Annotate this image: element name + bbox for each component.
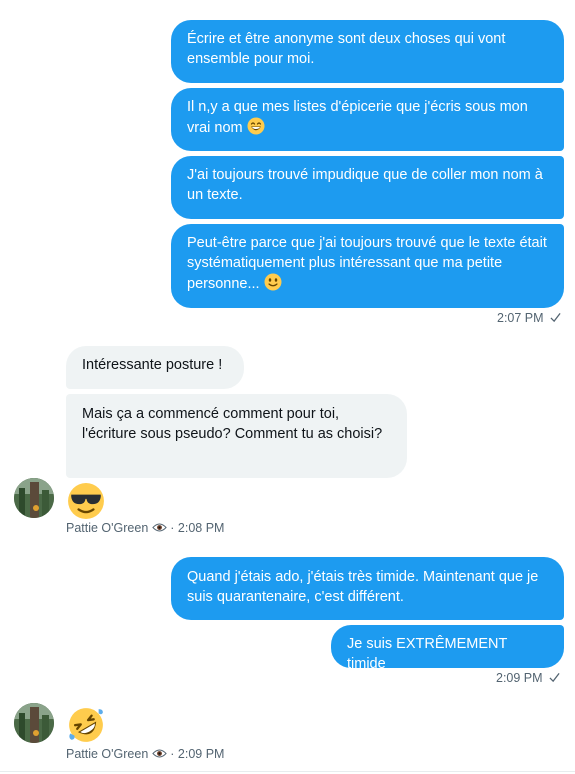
- message-text: Intéressante posture !: [82, 357, 223, 373]
- incoming-message[interactable]: Intéressante posture !: [66, 346, 244, 389]
- divider: [0, 771, 575, 772]
- outgoing-message[interactable]: Écrire et être anonyme sont deux choses …: [171, 20, 564, 83]
- separator: ·: [170, 747, 175, 761]
- message-time: 2:09 PM: [177, 747, 225, 761]
- avatar[interactable]: [14, 478, 54, 518]
- outgoing-message[interactable]: Peut-être parce que j'ai toujours trouvé…: [171, 224, 564, 308]
- message-timestamp: 2:07 PM: [497, 311, 561, 325]
- outgoing-message[interactable]: Il n,y a que mes listes d'épicerie que j…: [171, 88, 564, 151]
- message-timestamp: 2:09 PM: [496, 671, 560, 685]
- grinning-face-emoji: [247, 117, 265, 135]
- message-text: Mais ça a commencé comment pour toi, l'é…: [82, 406, 383, 442]
- sender-name[interactable]: Pattie O'Green: [66, 521, 148, 535]
- sender-info: Pattie O'Green · 2:09 PM: [66, 747, 224, 761]
- sent-check-icon: [549, 672, 560, 683]
- sunglasses-face-emoji: [68, 483, 104, 519]
- incoming-message[interactable]: Mais ça a commencé comment pour toi, l'é…: [66, 394, 407, 478]
- sender-info: Pattie O'Green · 2:08 PM: [66, 521, 224, 535]
- outgoing-message[interactable]: J'ai toujours trouvé impudique que de co…: [171, 156, 564, 219]
- message-text: Je suis EXTRÊMEMENT timide: [347, 636, 508, 672]
- message-text: J'ai toujours trouvé impudique que de co…: [187, 167, 543, 203]
- eye-icon: [152, 749, 167, 758]
- slightly-smiling-face-emoji: [264, 273, 282, 291]
- separator: ·: [170, 521, 175, 535]
- avatar-image: [14, 478, 54, 518]
- outgoing-message[interactable]: Quand j'étais ado, j'étais très timide. …: [171, 557, 564, 620]
- rolling-on-floor-laughing-emoji: [69, 708, 103, 742]
- avatar[interactable]: [14, 703, 54, 743]
- message-text: Peut-être parce que j'ai toujours trouvé…: [187, 235, 547, 292]
- outgoing-message[interactable]: Je suis EXTRÊMEMENT timide: [331, 625, 564, 672]
- sent-check-icon: [550, 312, 561, 323]
- message-text: Il n,y a que mes listes d'épicerie que j…: [187, 99, 528, 136]
- eye-icon: [152, 523, 167, 532]
- sender-name[interactable]: Pattie O'Green: [66, 747, 148, 761]
- message-text: Quand j'étais ado, j'étais très timide. …: [187, 569, 539, 605]
- avatar-image: [14, 703, 54, 743]
- message-time: 2:08 PM: [177, 521, 225, 535]
- message-text: Écrire et être anonyme sont deux choses …: [187, 31, 506, 67]
